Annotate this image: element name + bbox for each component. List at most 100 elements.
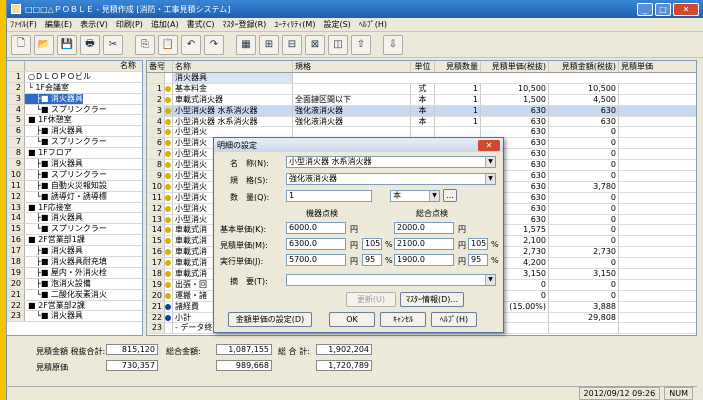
tree-row[interactable]: 10 ├■ スプリンクラー [7, 170, 142, 181]
tree-row[interactable]: 15 └■ スプリンクラー [7, 224, 142, 236]
structure-tree[interactable]: 名称 1 ○ＤＬＯＰＯビル 2 └ 1F会議室 3 ├■ 消火器具 4 └■ スプリンクラー… [6, 60, 143, 336]
cell-amount: 0 [549, 236, 619, 247]
help-button[interactable]: ﾍﾙﾌﾟ(H) [431, 312, 477, 327]
update-button[interactable]: 更新(U) [346, 292, 396, 307]
grid-header-cell[interactable]: 見積単価 [619, 61, 696, 72]
window-icon[interactable]: ◫ [328, 34, 348, 55]
dialog-close-button[interactable]: ✕ [478, 139, 500, 151]
tree-row[interactable]: 14 ├■ 消火器具 [7, 213, 142, 225]
real-rate-equipment[interactable]: 95 [362, 254, 382, 266]
unit-browse-button[interactable]: … [443, 189, 457, 202]
base-price-general[interactable]: 2000.0 [394, 222, 454, 234]
tree-row[interactable]: 16 ■ 2F営業部1課 [7, 235, 142, 247]
unit-field[interactable]: 本 ▼ [390, 190, 440, 202]
estimate-rate-general[interactable]: 105 [468, 238, 488, 250]
chevron-down-icon[interactable]: ▼ [485, 157, 495, 167]
undo-icon[interactable]: ↶ [181, 34, 201, 55]
spec-field[interactable]: 強化液消火器 ▼ [286, 173, 496, 185]
menu-item[interactable]: 追加(A) [151, 19, 179, 30]
up-icon[interactable]: ⇧ [351, 34, 371, 55]
close-button[interactable]: ✕ [673, 2, 699, 16]
qty-field[interactable]: 1 [286, 190, 372, 202]
status-dot-icon [165, 238, 171, 245]
tree-row[interactable]: 11 ├■ 自動火災報知設 [7, 181, 142, 192]
save-icon[interactable]: 💾 [57, 34, 77, 55]
calc3-icon[interactable]: ⊠ [305, 34, 325, 55]
grid-header-cell[interactable]: 名称 [173, 61, 293, 72]
menu-item[interactable]: 表示(V) [80, 19, 108, 30]
tree-row[interactable]: 17 ├■ 消火器具 [7, 246, 142, 258]
price-setting-button[interactable]: 金額単価の設定(D) [228, 312, 312, 327]
open-folder-icon[interactable]: 📂 [34, 34, 54, 55]
base-price-equipment[interactable]: 6000.0 [286, 222, 346, 234]
menu-item[interactable]: 設定(S) [323, 19, 350, 30]
memo-field[interactable]: ▼ [286, 274, 496, 286]
tree-row[interactable]: 20 ├■ 泡消火設備 [7, 279, 142, 290]
grid-header-cell[interactable]: 見積数量 [435, 61, 481, 72]
estimate-price-general[interactable]: 2100.0 [394, 238, 454, 250]
copy-icon[interactable]: ⎘ [135, 34, 155, 55]
grid-header-cell[interactable]: 見積単価(税抜) [481, 61, 549, 72]
menu-item[interactable]: ﾌｧｲﾙ(F) [10, 19, 37, 30]
maximize-button[interactable]: □ [655, 2, 671, 16]
new-doc-icon[interactable]: 🗋 [11, 34, 31, 55]
tree-row[interactable]: 12 └■ 誘導灯・誘導標 [7, 192, 142, 203]
tree-row[interactable]: 19 ├■ 屋内・外消火栓 [7, 268, 142, 279]
tree-row[interactable]: 9 ├■ 消火器具 [7, 159, 142, 170]
tree-row[interactable]: 13 ■ 1F応接室 [7, 203, 142, 214]
calc1-icon[interactable]: ⊞ [259, 34, 279, 55]
tree-row[interactable]: 8 ■ 1Fフロア [7, 148, 142, 160]
tree-row[interactable]: 7 └■ スプリンクラー [7, 137, 142, 149]
real-price-general[interactable]: 1900.0 [394, 254, 454, 266]
menu-item[interactable]: ﾕｰﾃｨﾘﾃｨ(M) [274, 19, 315, 30]
grid-header-cell[interactable]: 単位 [411, 61, 435, 72]
status-dot-icon [165, 118, 171, 125]
cancel-button[interactable]: ｷｬﾝｾﾙ [380, 312, 426, 327]
table-row[interactable]: 3 小型消火器 水系消火器 強化液消火器本 1 630 630 [147, 105, 696, 117]
real-rate-general[interactable]: 95 [468, 254, 488, 266]
tree-row[interactable]: 22 ■ 2F営業部2課 [7, 301, 142, 312]
grid-header-cell[interactable] [165, 61, 173, 72]
tree-row[interactable]: 6 ├■ 消火器具 [7, 126, 142, 138]
menu-item[interactable]: 書式(C) [187, 19, 215, 30]
paste-icon[interactable]: 📋 [158, 34, 178, 55]
chart-icon[interactable]: ▦ [236, 34, 256, 55]
tree-row[interactable]: 5 ■ 1F休憩室 [7, 115, 142, 127]
table-row[interactable]: 2 車載式消火器 全面鏈区間以下本 1 1,500 4,500 [147, 94, 696, 106]
minimize-button[interactable]: _ [637, 2, 653, 16]
chevron-down-icon[interactable]: ▼ [485, 174, 495, 184]
status-dot-icon [165, 281, 171, 288]
down-icon[interactable]: ⇩ [383, 34, 403, 55]
master-info-button[interactable]: ﾏｽﾀｰ情報(D)... [400, 292, 464, 307]
estimate-rate-equipment[interactable]: 105 [362, 238, 382, 250]
grid-header-cell[interactable]: 見積金額(税抜) [549, 61, 619, 72]
estimate-price-equipment[interactable]: 6300.0 [286, 238, 346, 250]
tree-row[interactable]: 3 ├■ 消火器具 [7, 93, 142, 105]
grid-section-row[interactable]: 消火器具 [147, 73, 696, 84]
tree-row[interactable]: 21 └■ 二酸化炭素消火 [7, 290, 142, 301]
name-field[interactable]: 小型消火器 水系消火器 ▼ [286, 156, 496, 168]
tree-row[interactable]: 1 ○ＤＬＯＰＯビル [7, 72, 142, 83]
menu-item[interactable]: ﾏｽﾀｰ登録(R) [222, 19, 266, 30]
menu-item[interactable]: ﾍﾙﾌﾟ(H) [359, 19, 387, 30]
status-dot-icon [165, 227, 171, 234]
tree-row[interactable]: 23 └■ 消火器具 [7, 311, 142, 323]
tree-row[interactable]: 18 ├■ 消火器具耐充填 [7, 257, 142, 268]
tree-row[interactable]: 2 └ 1F会議室 [7, 83, 142, 94]
print-icon[interactable]: 🖶 [80, 34, 100, 55]
grid-header-cell[interactable]: 番号 [147, 61, 165, 72]
cut-icon[interactable]: ✂ [103, 34, 123, 55]
tree-row[interactable]: 4 └■ スプリンクラー [7, 105, 142, 116]
calc2-icon[interactable]: ⊟ [282, 34, 302, 55]
ok-button[interactable]: OK [329, 312, 375, 327]
table-row[interactable]: 1 基本料金式 1 10,500 10,500 [147, 83, 696, 95]
real-price-equipment[interactable]: 5700.0 [286, 254, 346, 266]
menu-item[interactable]: 印刷(P) [116, 19, 143, 30]
redo-icon[interactable]: ↷ [204, 34, 224, 55]
grid-header-cell[interactable]: 規格 [293, 61, 411, 72]
table-row[interactable]: 4 小型消火器 水系消火器 強化液消火器本 1 630 630 [147, 116, 696, 128]
chevron-down-icon[interactable]: ▼ [429, 191, 439, 201]
cell-extra [619, 291, 696, 301]
menu-item[interactable]: 編集(E) [45, 19, 72, 30]
chevron-down-icon[interactable]: ▼ [485, 275, 495, 285]
